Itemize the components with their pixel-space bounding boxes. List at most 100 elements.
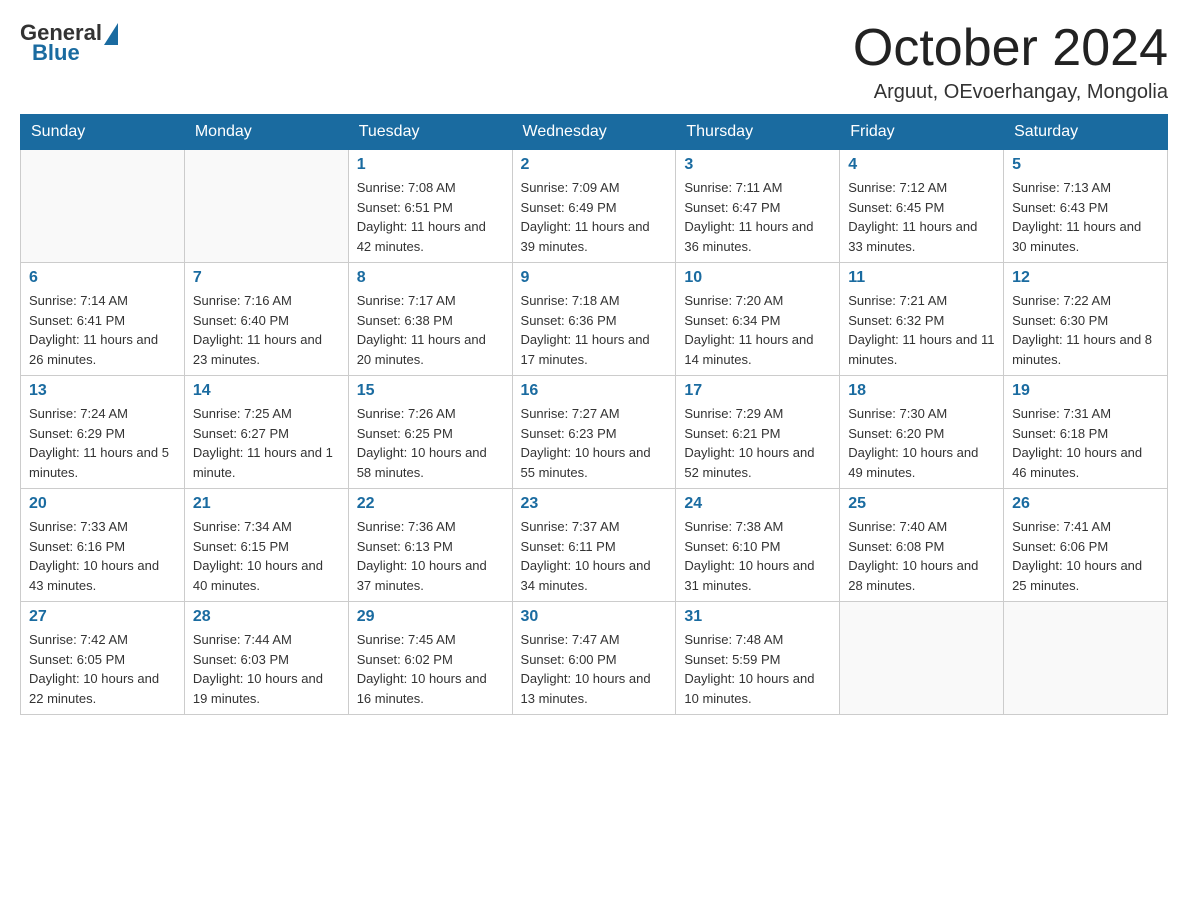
day-number: 28: [193, 608, 340, 626]
calendar-cell: [840, 602, 1004, 715]
day-info: Sunrise: 7:08 AMSunset: 6:51 PMDaylight:…: [357, 178, 504, 256]
day-number: 2: [521, 156, 668, 174]
day-info: Sunrise: 7:36 AMSunset: 6:13 PMDaylight:…: [357, 517, 504, 595]
calendar-cell: 6 Sunrise: 7:14 AMSunset: 6:41 PMDaylight…: [21, 263, 185, 376]
day-info: Sunrise: 7:21 AMSunset: 6:32 PMDaylight:…: [848, 291, 995, 369]
day-number: 23: [521, 495, 668, 513]
calendar-cell: [21, 150, 185, 263]
calendar-cell: 30Sunrise: 7:47 AMSunset: 6:00 PMDayligh…: [512, 602, 676, 715]
logo-blue-text: Blue: [32, 40, 80, 66]
day-info: Sunrise: 7:40 AMSunset: 6:08 PMDaylight:…: [848, 517, 995, 595]
calendar-cell: 13 Sunrise: 7:24 AMSunset: 6:29 PMDayligh…: [21, 376, 185, 489]
calendar-cell: 29Sunrise: 7:45 AMSunset: 6:02 PMDayligh…: [348, 602, 512, 715]
calendar-cell: 10 Sunrise: 7:20 AMSunset: 6:34 PMDayligh…: [676, 263, 840, 376]
day-number: 4: [848, 156, 995, 174]
day-number: 6: [29, 269, 176, 287]
day-number: 30: [521, 608, 668, 626]
calendar-cell: 22 Sunrise: 7:36 AMSunset: 6:13 PMDayligh…: [348, 489, 512, 602]
location: Arguut, OEvoerhangay, Mongolia: [853, 81, 1168, 104]
day-info: Sunrise: 7:20 AMSunset: 6:34 PMDaylight:…: [684, 291, 831, 369]
calendar-cell: 19 Sunrise: 7:31 AMSunset: 6:18 PMDayligh…: [1004, 376, 1168, 489]
day-info: Sunrise: 7:31 AMSunset: 6:18 PMDaylight:…: [1012, 404, 1159, 482]
day-info: Sunrise: 7:16 AMSunset: 6:40 PMDaylight:…: [193, 291, 340, 369]
day-number: 20: [29, 495, 176, 513]
day-info: Sunrise: 7:41 AMSunset: 6:06 PMDaylight:…: [1012, 517, 1159, 595]
month-title: October 2024: [853, 20, 1168, 77]
logo-triangle-icon: [104, 23, 118, 45]
calendar-cell: 16 Sunrise: 7:27 AMSunset: 6:23 PMDayligh…: [512, 376, 676, 489]
calendar-cell: 5 Sunrise: 7:13 AMSunset: 6:43 PMDaylight…: [1004, 150, 1168, 263]
day-number: 14: [193, 382, 340, 400]
calendar-cell: 20 Sunrise: 7:33 AMSunset: 6:16 PMDayligh…: [21, 489, 185, 602]
day-number: 27: [29, 608, 176, 626]
day-info: Sunrise: 7:30 AMSunset: 6:20 PMDaylight:…: [848, 404, 995, 482]
day-number: 13: [29, 382, 176, 400]
calendar-cell: 1 Sunrise: 7:08 AMSunset: 6:51 PMDaylight…: [348, 150, 512, 263]
header-thursday: Thursday: [676, 115, 840, 150]
calendar-week-row: 1 Sunrise: 7:08 AMSunset: 6:51 PMDaylight…: [21, 150, 1168, 263]
calendar-week-row: 13 Sunrise: 7:24 AMSunset: 6:29 PMDayligh…: [21, 376, 1168, 489]
header-wednesday: Wednesday: [512, 115, 676, 150]
day-info: Sunrise: 7:42 AMSunset: 6:05 PMDaylight:…: [29, 630, 176, 708]
calendar-cell: 15 Sunrise: 7:26 AMSunset: 6:25 PMDayligh…: [348, 376, 512, 489]
day-number: 3: [684, 156, 831, 174]
calendar-cell: 26 Sunrise: 7:41 AMSunset: 6:06 PMDayligh…: [1004, 489, 1168, 602]
calendar-cell: [184, 150, 348, 263]
day-info: Sunrise: 7:37 AMSunset: 6:11 PMDaylight:…: [521, 517, 668, 595]
calendar-week-row: 6 Sunrise: 7:14 AMSunset: 6:41 PMDaylight…: [21, 263, 1168, 376]
calendar-table: Sunday Monday Tuesday Wednesday Thursday…: [20, 114, 1168, 715]
day-number: 22: [357, 495, 504, 513]
day-info: Sunrise: 7:13 AMSunset: 6:43 PMDaylight:…: [1012, 178, 1159, 256]
day-info: Sunrise: 7:24 AMSunset: 6:29 PMDaylight:…: [29, 404, 176, 482]
day-number: 10: [684, 269, 831, 287]
calendar-cell: 27 Sunrise: 7:42 AMSunset: 6:05 PMDayligh…: [21, 602, 185, 715]
calendar-cell: [1004, 602, 1168, 715]
day-number: 1: [357, 156, 504, 174]
day-number: 19: [1012, 382, 1159, 400]
day-number: 9: [521, 269, 668, 287]
day-info: Sunrise: 7:48 AMSunset: 5:59 PMDaylight:…: [684, 630, 831, 708]
header-friday: Friday: [840, 115, 1004, 150]
header-tuesday: Tuesday: [348, 115, 512, 150]
day-info: Sunrise: 7:26 AMSunset: 6:25 PMDaylight:…: [357, 404, 504, 482]
calendar-week-row: 27 Sunrise: 7:42 AMSunset: 6:05 PMDayligh…: [21, 602, 1168, 715]
day-info: Sunrise: 7:33 AMSunset: 6:16 PMDaylight:…: [29, 517, 176, 595]
day-info: Sunrise: 7:09 AMSunset: 6:49 PMDaylight:…: [521, 178, 668, 256]
day-info: Sunrise: 7:25 AMSunset: 6:27 PMDaylight:…: [193, 404, 340, 482]
day-info: Sunrise: 7:27 AMSunset: 6:23 PMDaylight:…: [521, 404, 668, 482]
day-info: Sunrise: 7:44 AMSunset: 6:03 PMDaylight:…: [193, 630, 340, 708]
calendar-cell: 12Sunrise: 7:22 AMSunset: 6:30 PMDayligh…: [1004, 263, 1168, 376]
day-info: Sunrise: 7:45 AMSunset: 6:02 PMDaylight:…: [357, 630, 504, 708]
calendar-cell: 23 Sunrise: 7:37 AMSunset: 6:11 PMDayligh…: [512, 489, 676, 602]
page-header: General Blue October 2024 Arguut, OEvoer…: [20, 20, 1168, 104]
day-info: Sunrise: 7:18 AMSunset: 6:36 PMDaylight:…: [521, 291, 668, 369]
calendar-cell: 9 Sunrise: 7:18 AMSunset: 6:36 PMDaylight…: [512, 263, 676, 376]
calendar-cell: 24Sunrise: 7:38 AMSunset: 6:10 PMDayligh…: [676, 489, 840, 602]
calendar-cell: 8Sunrise: 7:17 AMSunset: 6:38 PMDaylight…: [348, 263, 512, 376]
calendar-cell: 31 Sunrise: 7:48 AMSunset: 5:59 PMDayligh…: [676, 602, 840, 715]
header-monday: Monday: [184, 115, 348, 150]
day-number: 21: [193, 495, 340, 513]
calendar-cell: 17 Sunrise: 7:29 AMSunset: 6:21 PMDayligh…: [676, 376, 840, 489]
day-number: 11: [848, 269, 995, 287]
day-number: 25: [848, 495, 995, 513]
day-number: 7: [193, 269, 340, 287]
calendar-cell: 4Sunrise: 7:12 AMSunset: 6:45 PMDaylight…: [840, 150, 1004, 263]
day-number: 26: [1012, 495, 1159, 513]
calendar-cell: 7 Sunrise: 7:16 AMSunset: 6:40 PMDaylight…: [184, 263, 348, 376]
calendar-header-row: Sunday Monday Tuesday Wednesday Thursday…: [21, 115, 1168, 150]
calendar-cell: 2 Sunrise: 7:09 AMSunset: 6:49 PMDaylight…: [512, 150, 676, 263]
day-info: Sunrise: 7:14 AMSunset: 6:41 PMDaylight:…: [29, 291, 176, 369]
day-number: 16: [521, 382, 668, 400]
calendar-cell: 3Sunrise: 7:11 AMSunset: 6:47 PMDaylight…: [676, 150, 840, 263]
logo: General Blue: [20, 20, 118, 66]
day-number: 31: [684, 608, 831, 626]
calendar-week-row: 20 Sunrise: 7:33 AMSunset: 6:16 PMDayligh…: [21, 489, 1168, 602]
day-number: 17: [684, 382, 831, 400]
calendar-cell: 11 Sunrise: 7:21 AMSunset: 6:32 PMDayligh…: [840, 263, 1004, 376]
day-number: 15: [357, 382, 504, 400]
header-sunday: Sunday: [21, 115, 185, 150]
day-info: Sunrise: 7:29 AMSunset: 6:21 PMDaylight:…: [684, 404, 831, 482]
day-number: 8: [357, 269, 504, 287]
day-number: 5: [1012, 156, 1159, 174]
